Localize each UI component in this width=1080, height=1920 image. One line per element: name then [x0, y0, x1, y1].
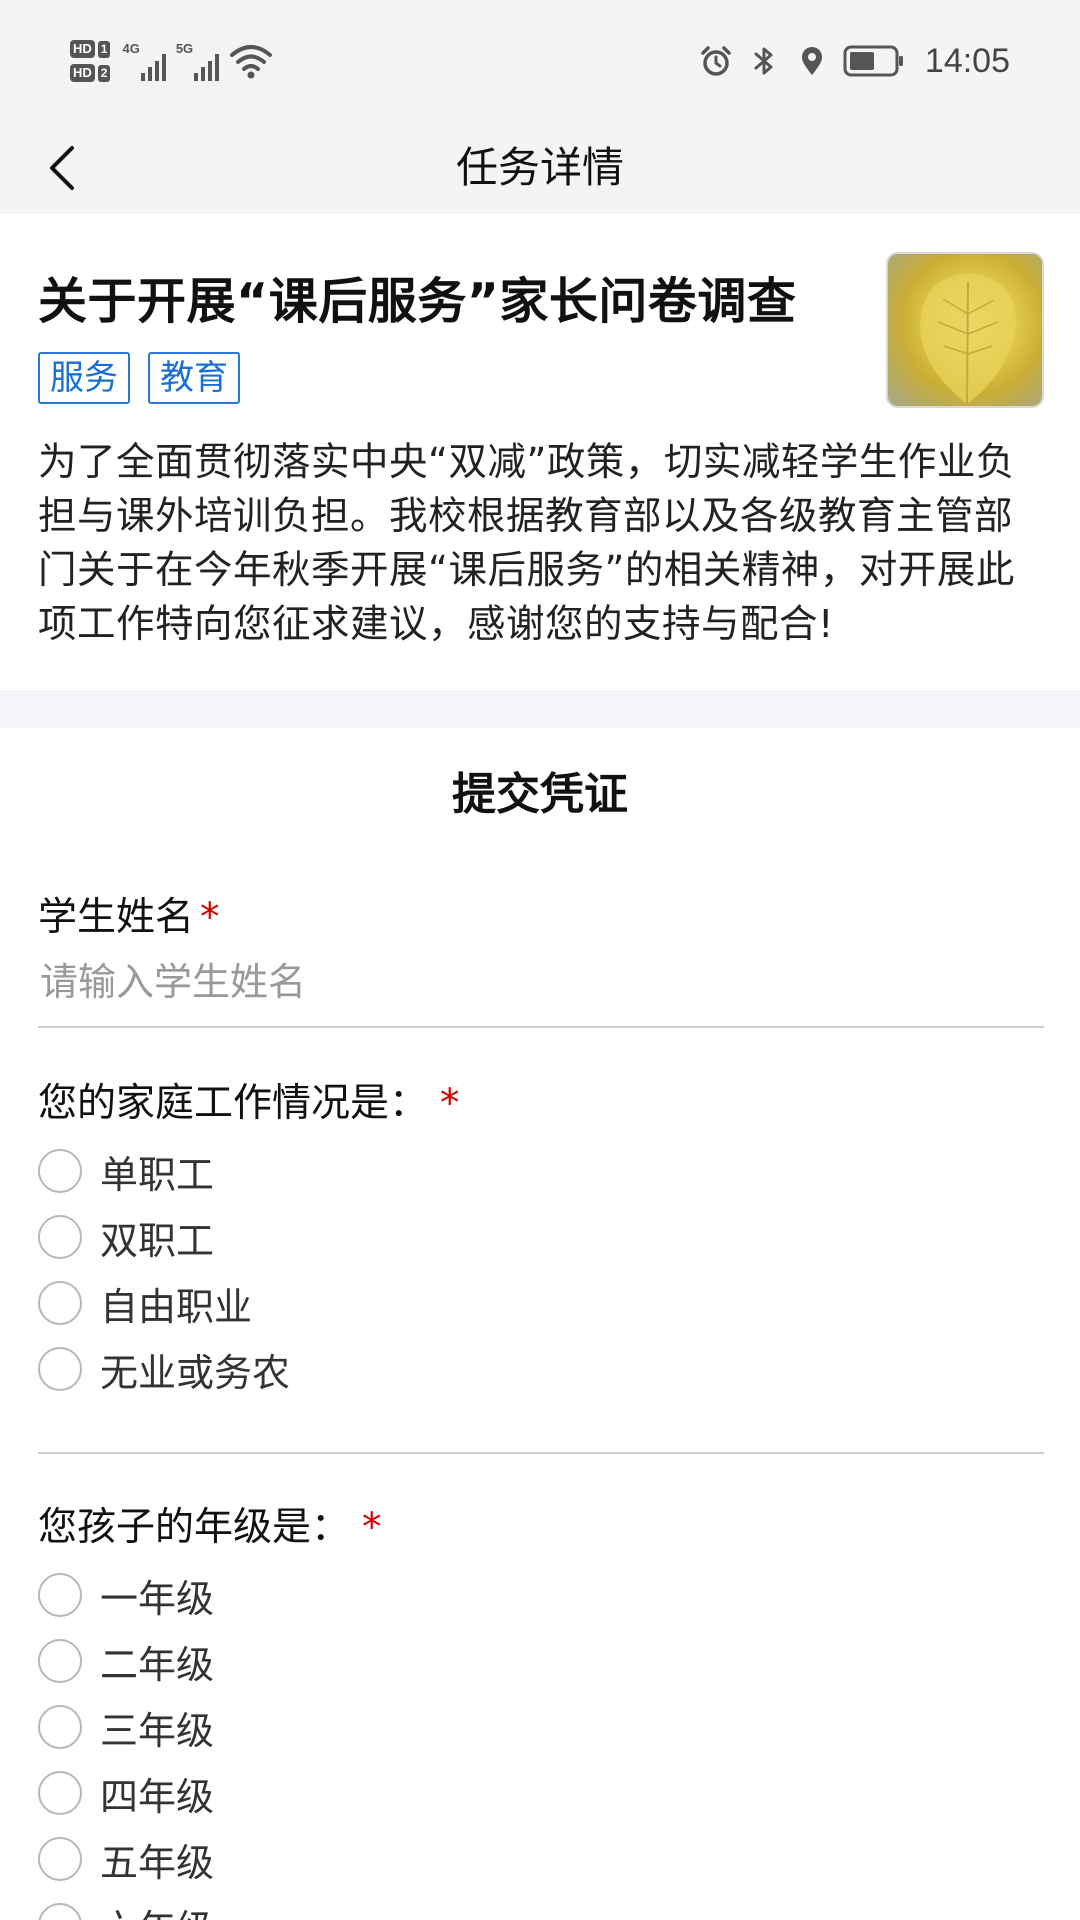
radio-option-family-work[interactable]: 自由职业	[38, 1270, 290, 1336]
radio-option-grade[interactable]: 一年级	[38, 1562, 214, 1628]
bluetooth-icon	[754, 47, 773, 75]
sim-indicators: HD 1 HD 2	[70, 40, 111, 82]
grade-options: 一年级 二年级 三年级 四年级 五年级 六年级	[38, 1562, 214, 1920]
radio-circle[interactable]	[38, 1639, 82, 1683]
radio-label: 一年级	[100, 1576, 215, 1621]
family-work-options: 单职工 双职工 自由职业 无业或务农	[38, 1138, 290, 1402]
task-description: 为了全面贯彻落实中央“双减”政策，切实减轻学生作业负担与课外培训负担。我校根据教…	[38, 440, 1015, 647]
signal-5g: 5G	[175, 41, 220, 81]
grade-label: 您孩子的年级是： *	[38, 1496, 382, 1552]
grade-label-text: 您孩子的年级是：	[38, 1505, 351, 1550]
sim2-indicator: HD 2	[70, 64, 111, 82]
student-name-label: 学生姓名 *	[38, 886, 220, 942]
radio-option-grade[interactable]: 二年级	[38, 1628, 214, 1694]
net2-label: 5G	[175, 41, 194, 56]
required-mark: *	[200, 895, 220, 940]
tag: 服务	[38, 352, 130, 404]
battery-icon	[843, 45, 903, 77]
radio-option-grade[interactable]: 三年级	[38, 1694, 214, 1760]
sim1-hd-label: HD	[70, 40, 95, 58]
wifi-icon	[230, 45, 273, 79]
required-mark: *	[440, 1081, 460, 1126]
radio-label: 二年级	[100, 1642, 215, 1687]
sim2-number: 2	[97, 64, 111, 82]
clock-time: 14:05	[924, 41, 1010, 80]
page-title: 任务详情	[455, 143, 624, 192]
leaf-image	[920, 273, 1016, 405]
radio-label: 六年级	[100, 1898, 214, 1920]
radio-label: 单职工	[100, 1152, 215, 1197]
radio-option-family-work[interactable]: 双职工	[38, 1204, 290, 1270]
signal-4g: 4G	[122, 41, 166, 81]
radio-label: 四年级	[100, 1774, 215, 1819]
radio-circle[interactable]	[38, 1903, 82, 1920]
radio-option-grade[interactable]: 六年级	[38, 1892, 214, 1920]
radio-label: 三年级	[100, 1708, 215, 1753]
status-left: HD 1 HD 2 4G 5G	[70, 30, 273, 92]
sim1-number: 1	[97, 40, 111, 58]
location-icon	[801, 47, 822, 75]
family-work-label: 您的家庭工作情况是： *	[38, 1072, 460, 1128]
student-name-label-text: 学生姓名	[38, 895, 195, 940]
radio-circle[interactable]	[38, 1837, 82, 1881]
family-work-label-text: 您的家庭工作情况是：	[38, 1081, 429, 1126]
radio-label: 自由职业	[100, 1284, 253, 1329]
student-name-input[interactable]	[38, 952, 1044, 1028]
task-card: 关于开展“课后服务”家长问卷调查 服务 教育 为了全面贯彻落实中央“双减”政策，…	[0, 214, 1080, 690]
section-title: 提交凭证	[452, 769, 628, 820]
page: HD 1 HD 2 4G 5G 14:05 任务详情 关于开展“课后服务”家长问…	[0, 0, 1080, 1920]
nav-bar: 任务详情	[0, 122, 1080, 214]
radio-circle[interactable]	[38, 1149, 82, 1193]
radio-circle[interactable]	[38, 1281, 82, 1325]
signal-bars-icon	[194, 51, 220, 81]
radio-label: 五年级	[100, 1840, 215, 1885]
status-right: 14:05	[699, 38, 1010, 84]
radio-circle[interactable]	[38, 1771, 82, 1815]
task-thumbnail	[886, 252, 1044, 408]
form-area: 提交凭证 学生姓名* 您的家庭工作情况是：* 单职工 双职工 自由职业 无业或务…	[0, 728, 1080, 1920]
radio-circle[interactable]	[38, 1705, 82, 1749]
required-mark: *	[362, 1505, 382, 1550]
radio-option-family-work[interactable]: 单职工	[38, 1138, 290, 1204]
radio-circle[interactable]	[38, 1215, 82, 1259]
radio-option-grade[interactable]: 五年级	[38, 1826, 214, 1892]
section-divider	[0, 690, 1080, 728]
signal-bars-icon	[140, 51, 166, 81]
sim2-hd-label: HD	[70, 64, 95, 82]
net1-label: 4G	[122, 41, 140, 56]
alarm-icon	[701, 46, 731, 76]
tag-list: 服务 教育	[38, 352, 240, 404]
radio-option-family-work[interactable]: 无业或务农	[38, 1336, 290, 1402]
radio-option-grade[interactable]: 四年级	[38, 1760, 214, 1826]
field-divider	[38, 1452, 1044, 1454]
radio-label: 双职工	[100, 1218, 215, 1263]
task-title: 关于开展“课后服务”家长问卷调查	[38, 273, 797, 330]
sim1-indicator: HD 1	[70, 40, 111, 58]
status-bar: HD 1 HD 2 4G 5G 14:05	[0, 0, 1080, 122]
tag: 教育	[148, 352, 240, 404]
radio-circle[interactable]	[38, 1573, 82, 1617]
radio-circle[interactable]	[38, 1347, 82, 1391]
radio-label: 无业或务农	[100, 1350, 291, 1395]
